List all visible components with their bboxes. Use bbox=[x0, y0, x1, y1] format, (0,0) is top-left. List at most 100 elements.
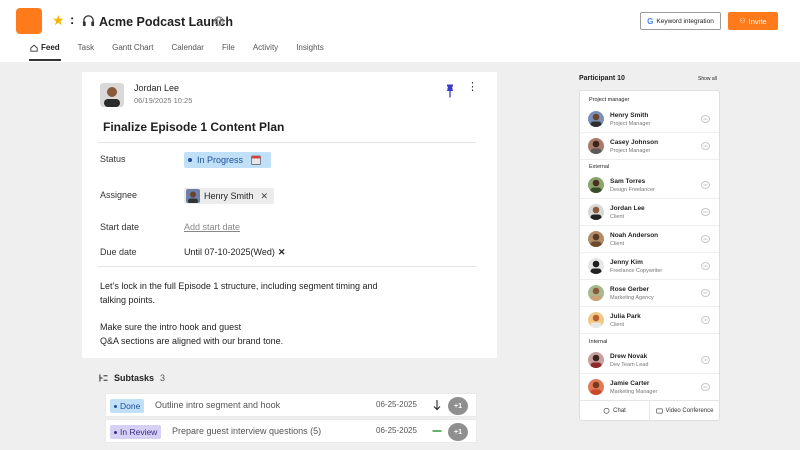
add-start-date-link[interactable]: Add start date bbox=[184, 222, 240, 232]
assignee-chip[interactable]: Henry Smith ✕ bbox=[184, 188, 274, 204]
tab-feed[interactable]: Feed bbox=[29, 43, 61, 61]
participant-role: Client bbox=[610, 322, 625, 328]
participant-row[interactable]: Casey Johnson Project Manager ••• bbox=[580, 133, 719, 160]
tab-gantt-chart[interactable]: Gantt Chart bbox=[112, 43, 153, 61]
priority-medium-icon[interactable] bbox=[432, 425, 442, 437]
participant-role: Dev Team Lead bbox=[610, 362, 649, 368]
participant-avatar bbox=[588, 231, 604, 247]
subtask-date: 06-25-2025 bbox=[376, 400, 417, 409]
author-avatar[interactable] bbox=[100, 83, 124, 107]
group-label-internal: Internal bbox=[589, 339, 608, 345]
participant-row[interactable]: Sam Torres Design Freelancer ••• bbox=[580, 172, 719, 199]
subtask-row[interactable]: In Review Prepare guest interview questi… bbox=[105, 419, 477, 443]
tab-bar: Feed Task Gantt Chart Calendar File Acti… bbox=[29, 43, 342, 61]
google-icon: G bbox=[647, 16, 654, 26]
participant-name: Noah Anderson bbox=[610, 232, 659, 239]
calendar-emoji-icon bbox=[251, 155, 261, 165]
chat-icon bbox=[603, 408, 610, 414]
message-icon[interactable]: ••• bbox=[701, 316, 710, 324]
tab-label: File bbox=[221, 43, 235, 52]
tab-label: Activity bbox=[252, 43, 279, 52]
participant-row[interactable]: Drew Novak Dev Team Lead ••• bbox=[580, 347, 719, 374]
headphones-icon bbox=[82, 15, 95, 27]
subtask-title: Prepare guest interview questions (5) bbox=[172, 426, 322, 436]
keyword-integration-button[interactable]: G Keyword integration bbox=[640, 12, 721, 30]
author-name[interactable]: Jordan Lee bbox=[134, 83, 179, 93]
participant-role: Marketing Manager bbox=[610, 389, 658, 395]
tab-insights[interactable]: Insights bbox=[296, 43, 324, 61]
message-icon[interactable]: ••• bbox=[701, 235, 710, 243]
subtask-row[interactable]: Done Outline intro segment and hook 06-2… bbox=[105, 393, 477, 417]
tab-task[interactable]: Task bbox=[78, 43, 94, 61]
participant-avatar bbox=[588, 138, 604, 154]
project-title: Acme Podcast Launch bbox=[99, 15, 234, 29]
message-icon[interactable]: ••• bbox=[701, 208, 710, 216]
message-icon[interactable]: ••• bbox=[701, 181, 710, 189]
more-assignees-badge[interactable]: +1 bbox=[448, 397, 468, 415]
globe-icon[interactable] bbox=[214, 16, 224, 26]
priority-low-icon[interactable] bbox=[432, 399, 442, 411]
participant-row[interactable]: Jenny Kim Freelance Copywriter ••• bbox=[580, 253, 719, 280]
participant-name: Drew Novak bbox=[610, 353, 648, 360]
home-icon bbox=[30, 44, 38, 52]
invite-button[interactable]: ⚇ Invite bbox=[728, 12, 778, 30]
participant-row[interactable]: Noah Anderson Client ••• bbox=[580, 226, 719, 253]
subtasks-header: Subtasks 3 bbox=[99, 373, 165, 383]
clear-due-date-icon[interactable]: ✕ bbox=[278, 247, 286, 257]
top-bar: ★ : Acme Podcast Launch G Keyword integr… bbox=[0, 0, 800, 62]
assignee-label: Assignee bbox=[100, 190, 138, 200]
subtask-status-badge[interactable]: In Review bbox=[110, 425, 162, 439]
message-icon[interactable]: ••• bbox=[701, 115, 710, 123]
video-icon bbox=[655, 408, 663, 414]
participant-avatar bbox=[588, 177, 604, 193]
participant-name: Jenny Kim bbox=[610, 259, 643, 266]
participant-name: Julia Park bbox=[610, 313, 641, 320]
tab-activity[interactable]: Activity bbox=[253, 43, 278, 61]
participant-avatar bbox=[588, 258, 604, 274]
participant-row[interactable]: Rose Gerber Marketing Agency ••• bbox=[580, 280, 719, 307]
participant-row[interactable]: Henry Smith Project Manager ••• bbox=[580, 106, 719, 133]
status-badge[interactable]: In Progress bbox=[184, 152, 271, 168]
due-date-label: Due date bbox=[100, 247, 137, 257]
participant-row[interactable]: Jamie Carter Marketing Manager ••• bbox=[580, 374, 719, 401]
video-conference-button[interactable]: Video Conference bbox=[649, 401, 719, 420]
participant-row[interactable]: Julia Park Client ••• bbox=[580, 307, 719, 334]
tab-label: Task bbox=[77, 43, 95, 52]
message-icon[interactable]: ••• bbox=[701, 383, 710, 391]
due-date-value[interactable]: Until 07-10-2025(Wed) ✕ bbox=[184, 247, 285, 258]
description-line: Let’s lock in the full Episode 1 structu… bbox=[100, 281, 378, 291]
subtasks-label: Subtasks bbox=[114, 373, 155, 383]
more-assignees-badge[interactable]: +1 bbox=[448, 423, 468, 441]
task-title: Finalize Episode 1 Content Plan bbox=[103, 120, 285, 134]
task-post-card: Jordan Lee 06/19/2025 10:25 ⋮ Finalize E… bbox=[82, 72, 497, 358]
star-icon[interactable]: ★ bbox=[52, 12, 65, 28]
video-conference-label: Video Conference bbox=[665, 408, 714, 414]
participant-name: Jordan Lee bbox=[610, 205, 645, 212]
chat-label: Chat bbox=[613, 408, 626, 414]
description-line: Q&A sections are aligned with our brand … bbox=[100, 336, 284, 346]
participant-row[interactable]: Jordan Lee Client ••• bbox=[580, 199, 719, 226]
message-icon[interactable]: ••• bbox=[701, 356, 710, 364]
chat-button[interactable]: Chat bbox=[580, 401, 649, 420]
participant-name: Sam Torres bbox=[610, 178, 646, 185]
show-all-link[interactable]: Show all bbox=[698, 76, 717, 82]
message-icon[interactable]: ••• bbox=[701, 142, 710, 150]
subtasks-count: 3 bbox=[160, 373, 166, 383]
participant-role: Freelance Copywriter bbox=[610, 268, 663, 274]
tab-label: Gantt Chart bbox=[112, 43, 154, 52]
message-icon[interactable]: ••• bbox=[701, 262, 710, 270]
post-timestamp: 06/19/2025 10:25 bbox=[134, 96, 193, 105]
pin-icon[interactable] bbox=[445, 84, 455, 98]
message-icon[interactable]: ••• bbox=[701, 289, 710, 297]
status-dot bbox=[114, 404, 117, 408]
app-logo[interactable] bbox=[16, 8, 42, 34]
status-dot bbox=[114, 430, 117, 434]
participant-role: Project Manager bbox=[610, 148, 651, 154]
due-date-text: Until 07-10-2025(Wed) bbox=[184, 247, 275, 257]
tab-file[interactable]: File bbox=[222, 43, 235, 61]
more-options-icon[interactable]: ⋮ bbox=[467, 82, 478, 97]
remove-assignee-icon[interactable]: ✕ bbox=[261, 191, 269, 202]
participant-role: Client bbox=[610, 241, 625, 247]
subtask-status-badge[interactable]: Done bbox=[110, 399, 145, 413]
tab-calendar[interactable]: Calendar bbox=[171, 43, 203, 61]
